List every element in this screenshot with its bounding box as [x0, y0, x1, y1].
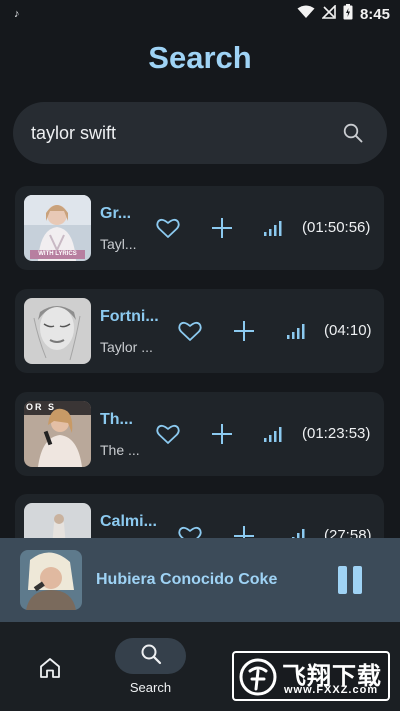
quality-bars-icon: [286, 322, 308, 340]
song-thumbnail: WITH LYRICS: [24, 195, 91, 261]
battery-icon: [343, 3, 353, 25]
list-item[interactable]: Fortni... Taylor ... (04:10): [15, 289, 384, 373]
song-artist: The ...: [100, 442, 140, 458]
status-icons: 8:45: [297, 3, 390, 25]
search-input[interactable]: taylor swift: [13, 102, 387, 164]
song-title: Calmi...: [100, 513, 157, 530]
song-duration: (27:58): [324, 527, 372, 538]
nav-search-tab[interactable]: [115, 638, 186, 674]
song-thumbnail: OR S: [24, 401, 91, 467]
watermark-logo: 飞翔下载 www.FXXZ.com: [232, 651, 390, 701]
now-playing-bar[interactable]: Hubiera Conocido Coke: [0, 538, 400, 622]
search-icon[interactable]: [341, 121, 365, 145]
clock: 8:45: [359, 5, 390, 23]
quality-bars-icon: [263, 219, 285, 237]
thumb-caption: OR S: [26, 402, 57, 412]
song-artist: Tayl...: [100, 236, 137, 252]
watermark-url: www.FXXZ.com: [284, 684, 379, 696]
quality-bars-icon: [286, 527, 308, 538]
list-item[interactable]: Calmi... (27:58): [15, 494, 384, 538]
music-note-icon: ♪: [14, 8, 20, 20]
song-duration: (01:50:56): [302, 219, 371, 236]
pause-icon[interactable]: [338, 566, 364, 594]
add-icon[interactable]: [233, 525, 255, 538]
song-duration: (01:23:53): [302, 425, 371, 442]
add-icon[interactable]: [233, 320, 255, 342]
quality-bars-icon: [263, 425, 285, 443]
add-icon[interactable]: [211, 217, 233, 239]
heart-icon[interactable]: [156, 423, 180, 445]
list-item[interactable]: WITH LYRICS Gr... Tayl... (01:50:56): [15, 186, 384, 270]
search-icon: [140, 643, 162, 670]
heart-icon[interactable]: [178, 320, 202, 342]
song-title: Gr...: [100, 205, 132, 222]
song-thumbnail: [24, 298, 91, 364]
song-title: Fortni...: [100, 308, 159, 325]
search-query[interactable]: taylor swift: [31, 123, 341, 144]
thumb-caption: WITH LYRICS: [38, 251, 77, 257]
song-duration: (04:10): [324, 322, 372, 339]
pause-bar: [338, 566, 347, 594]
results-list[interactable]: WITH LYRICS Gr... Tayl... (01:50:56) For: [15, 186, 385, 538]
status-bar: ♪ 8:45: [0, 0, 400, 28]
nav-search-label: Search: [129, 680, 172, 695]
home-icon[interactable]: [30, 650, 70, 686]
song-thumbnail: [24, 503, 91, 538]
now-playing-title: Hubiera Conocido Coke: [96, 571, 278, 588]
heart-icon[interactable]: [156, 217, 180, 239]
add-icon[interactable]: [211, 423, 233, 445]
pause-bar: [353, 566, 362, 594]
now-playing-thumbnail: [20, 550, 82, 610]
watermark-emblem-icon: [239, 658, 277, 696]
page-title: Search: [148, 40, 252, 75]
song-title: Th...: [100, 411, 133, 428]
heart-icon[interactable]: [178, 525, 202, 538]
no-signal-icon: [321, 3, 336, 24]
list-item[interactable]: OR S Th... The ... (01:23:53): [15, 392, 384, 476]
wifi-icon: [297, 5, 315, 24]
song-artist: Taylor ...: [100, 339, 153, 355]
